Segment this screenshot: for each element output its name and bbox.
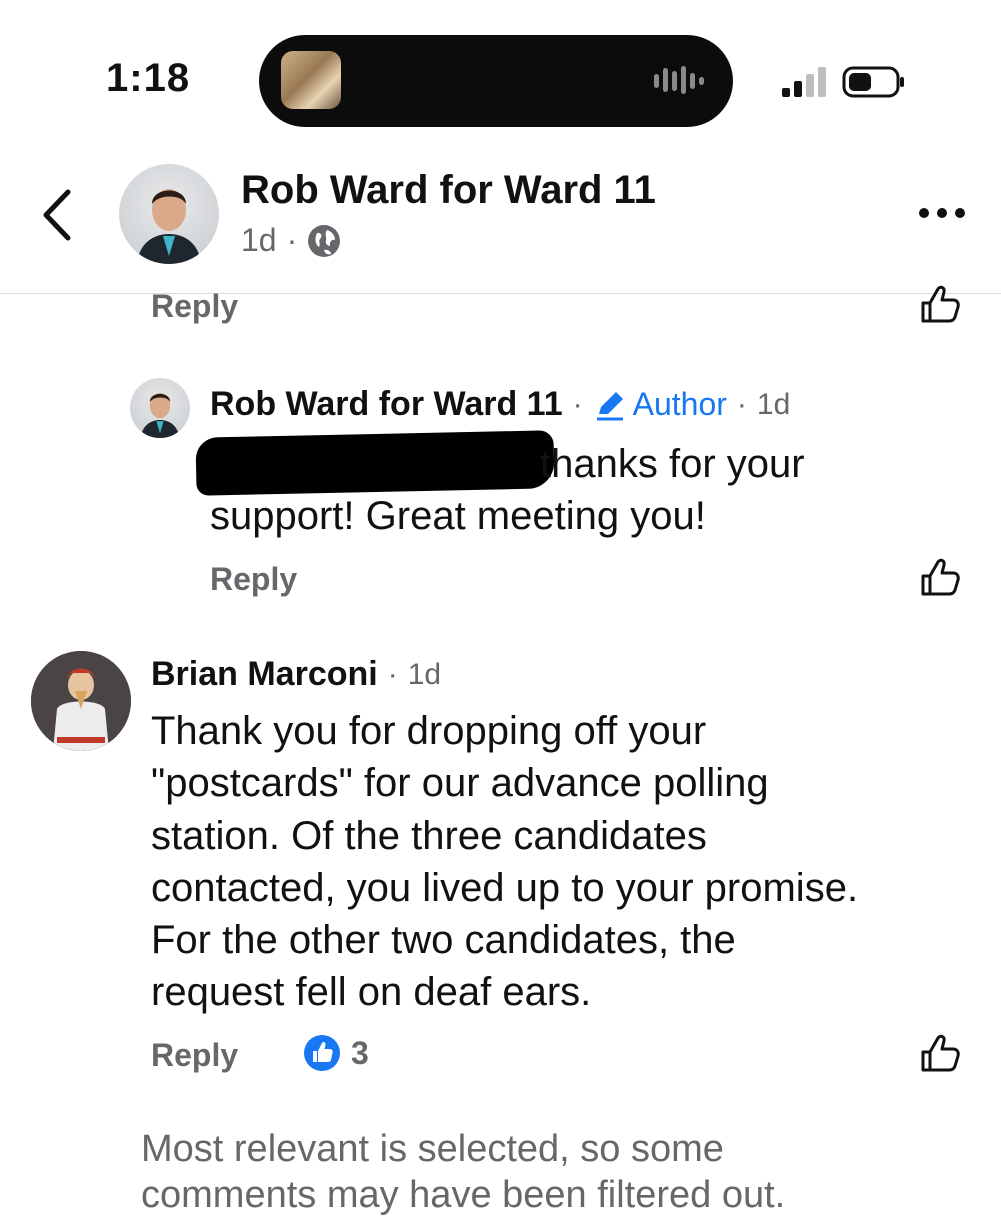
more-options-icon[interactable] [916, 200, 968, 226]
avatar-picture [31, 651, 131, 751]
audio-wave-icon [654, 66, 704, 94]
comment-text-line: For the other two candidates, the [151, 918, 736, 962]
now-playing-thumbnail [281, 51, 341, 109]
status-time: 1:18 [106, 56, 191, 100]
comment-text-line: thanks for your [540, 442, 805, 486]
comment-text-line: request fell on deaf ears. [151, 970, 592, 1014]
author-reply-header: Rob Ward for Ward 11 · Author · 1d [210, 385, 790, 424]
comment-text-line: support! Great meeting you! [210, 494, 706, 538]
like-count: 3 [351, 1034, 369, 1071]
meta-dot: · [736, 387, 747, 421]
reply-button[interactable]: Reply [151, 288, 238, 325]
comment-text-line: contacted, you lived up to your promise. [151, 866, 859, 910]
filter-notice-line: comments may have been filtered out. [141, 1174, 786, 1216]
comment-text-line: Thank you for dropping off your [151, 709, 707, 753]
reply-button[interactable]: Reply [210, 561, 297, 598]
battery-icon [842, 66, 904, 98]
like-icon[interactable] [919, 1032, 961, 1074]
author-badge: Author [593, 386, 727, 423]
meta-separator: · [286, 222, 298, 258]
commenter-name[interactable]: Brian Marconi [151, 655, 378, 694]
filter-notice-line: Most relevant is selected, so some [141, 1128, 724, 1170]
author-avatar[interactable] [130, 378, 190, 438]
globe-icon [308, 224, 341, 257]
like-reaction-icon [304, 1035, 340, 1071]
comment-age: 1d [407, 657, 442, 691]
like-icon[interactable] [919, 556, 961, 598]
signal-icon [782, 67, 826, 97]
avatar-portrait [140, 393, 180, 438]
comment-header: Brian Marconi · 1d [151, 655, 441, 694]
post-meta: 1d · [241, 222, 341, 259]
like-icon[interactable] [919, 283, 961, 325]
meta-dot: · [387, 657, 398, 691]
comment-age: 1d [756, 387, 791, 421]
filter-notice: Most relevant is selected, so some comme… [141, 1126, 785, 1218]
redaction-mark [195, 430, 555, 496]
page-avatar[interactable] [119, 164, 219, 264]
comment-text-line: "postcards" for our advance polling [151, 761, 769, 805]
reaction-summary[interactable]: 3 [303, 1034, 369, 1072]
comment-text-line: station. Of the three candidates [151, 814, 707, 858]
page-title[interactable]: Rob Ward for Ward 11 [241, 168, 656, 213]
commenter-avatar[interactable] [31, 651, 131, 751]
back-chevron-icon[interactable] [40, 188, 76, 242]
post-age: 1d [241, 222, 277, 258]
meta-dot: · [572, 387, 583, 421]
reply-button[interactable]: Reply [151, 1037, 238, 1074]
commenter-name[interactable]: Rob Ward for Ward 11 [210, 385, 563, 424]
avatar-portrait [137, 189, 201, 264]
author-badge-label: Author [632, 386, 727, 422]
pencil-icon [596, 391, 623, 420]
